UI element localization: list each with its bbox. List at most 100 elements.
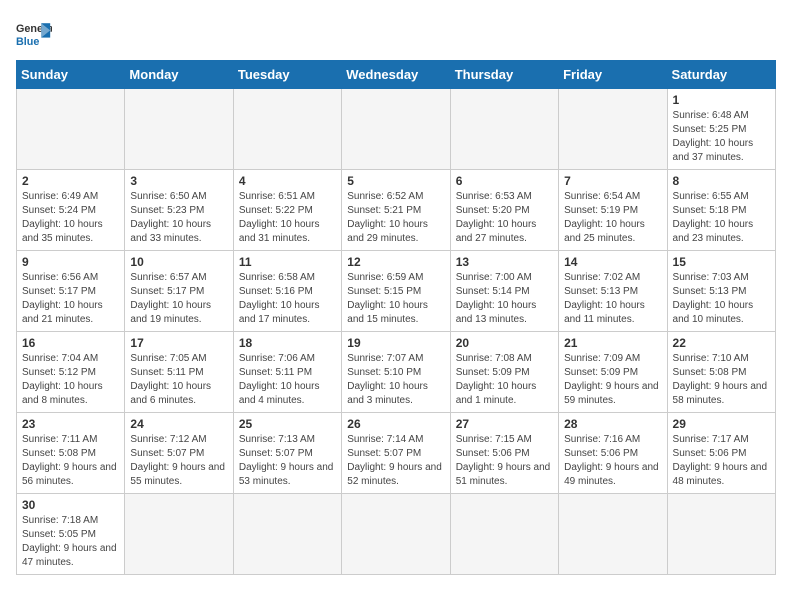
day-number: 15: [673, 255, 770, 269]
day-number: 5: [347, 174, 444, 188]
day-info: Sunrise: 6:51 AM Sunset: 5:22 PM Dayligh…: [239, 190, 336, 246]
calendar-cell: [450, 89, 558, 170]
day-info: Sunrise: 7:15 AM Sunset: 5:06 PM Dayligh…: [456, 433, 553, 489]
calendar-cell: 22 Sunrise: 7:10 AM Sunset: 5:08 PM Dayli…: [667, 332, 775, 413]
calendar-cell: [233, 89, 341, 170]
logo: General Blue: [16, 16, 52, 52]
day-info: Sunrise: 6:49 AM Sunset: 5:24 PM Dayligh…: [22, 190, 119, 246]
day-number: 22: [673, 336, 770, 350]
day-number: 13: [456, 255, 553, 269]
calendar-cell: [450, 494, 558, 575]
weekday-header-sunday: Sunday: [17, 61, 125, 89]
calendar-cell: 4 Sunrise: 6:51 AM Sunset: 5:22 PM Daylig…: [233, 170, 341, 251]
day-number: 14: [564, 255, 661, 269]
generalblue-logo-icon: General Blue: [16, 16, 52, 52]
day-info: Sunrise: 6:59 AM Sunset: 5:15 PM Dayligh…: [347, 271, 444, 327]
calendar-week-4: 23Sunrise: 7:11 AM Sunset: 5:08 PM Dayli…: [17, 413, 776, 494]
day-info: Sunrise: 6:56 AM Sunset: 5:17 PM Dayligh…: [22, 271, 119, 327]
weekday-header-monday: Monday: [125, 61, 233, 89]
calendar-cell: 7 Sunrise: 6:54 AM Sunset: 5:19 PM Daylig…: [559, 170, 667, 251]
weekday-header-friday: Friday: [559, 61, 667, 89]
day-info: Sunrise: 6:58 AM Sunset: 5:16 PM Dayligh…: [239, 271, 336, 327]
day-info: Sunrise: 6:54 AM Sunset: 5:19 PM Dayligh…: [564, 190, 661, 246]
day-info: Sunrise: 7:14 AM Sunset: 5:07 PM Dayligh…: [347, 433, 444, 489]
day-info: Sunrise: 7:08 AM Sunset: 5:09 PM Dayligh…: [456, 352, 553, 408]
calendar-week-1: 2 Sunrise: 6:49 AM Sunset: 5:24 PM Daylig…: [17, 170, 776, 251]
calendar-cell: [559, 89, 667, 170]
day-info: Sunrise: 7:17 AM Sunset: 5:06 PM Dayligh…: [673, 433, 770, 489]
calendar-cell: [125, 89, 233, 170]
day-info: Sunrise: 7:09 AM Sunset: 5:09 PM Dayligh…: [564, 352, 661, 408]
day-number: 26: [347, 417, 444, 431]
day-number: 19: [347, 336, 444, 350]
calendar-cell: 21Sunrise: 7:09 AM Sunset: 5:09 PM Dayli…: [559, 332, 667, 413]
calendar-cell: [559, 494, 667, 575]
day-number: 27: [456, 417, 553, 431]
calendar-week-3: 16 Sunrise: 7:04 AM Sunset: 5:12 PM Dayli…: [17, 332, 776, 413]
calendar-week-2: 9Sunrise: 6:56 AM Sunset: 5:17 PM Daylig…: [17, 251, 776, 332]
day-number: 4: [239, 174, 336, 188]
day-number: 10: [130, 255, 227, 269]
calendar-cell: 9Sunrise: 6:56 AM Sunset: 5:17 PM Daylig…: [17, 251, 125, 332]
calendar-cell: [17, 89, 125, 170]
calendar-week-5: 30 Sunrise: 7:18 AM Sunset: 5:05 PM Dayli…: [17, 494, 776, 575]
calendar-cell: 11Sunrise: 6:58 AM Sunset: 5:16 PM Dayli…: [233, 251, 341, 332]
day-number: 24: [130, 417, 227, 431]
calendar-table: SundayMondayTuesdayWednesdayThursdayFrid…: [16, 60, 776, 575]
day-number: 2: [22, 174, 119, 188]
day-number: 1: [673, 93, 770, 107]
day-number: 25: [239, 417, 336, 431]
day-number: 28: [564, 417, 661, 431]
day-number: 6: [456, 174, 553, 188]
weekday-header-tuesday: Tuesday: [233, 61, 341, 89]
calendar-cell: 15 Sunrise: 7:03 AM Sunset: 5:13 PM Dayli…: [667, 251, 775, 332]
day-info: Sunrise: 6:50 AM Sunset: 5:23 PM Dayligh…: [130, 190, 227, 246]
calendar-cell: 27 Sunrise: 7:15 AM Sunset: 5:06 PM Dayli…: [450, 413, 558, 494]
calendar-cell: 19 Sunrise: 7:07 AM Sunset: 5:10 PM Dayli…: [342, 332, 450, 413]
day-info: Sunrise: 7:12 AM Sunset: 5:07 PM Dayligh…: [130, 433, 227, 489]
day-info: Sunrise: 7:05 AM Sunset: 5:11 PM Dayligh…: [130, 352, 227, 408]
calendar-cell: 12 Sunrise: 6:59 AM Sunset: 5:15 PM Dayli…: [342, 251, 450, 332]
day-number: 23: [22, 417, 119, 431]
calendar-cell: 13 Sunrise: 7:00 AM Sunset: 5:14 PM Dayli…: [450, 251, 558, 332]
calendar-week-0: 1 Sunrise: 6:48 AM Sunset: 5:25 PM Daylig…: [17, 89, 776, 170]
weekday-header-thursday: Thursday: [450, 61, 558, 89]
day-info: Sunrise: 7:03 AM Sunset: 5:13 PM Dayligh…: [673, 271, 770, 327]
calendar-cell: [125, 494, 233, 575]
calendar-cell: 25 Sunrise: 7:13 AM Sunset: 5:07 PM Dayli…: [233, 413, 341, 494]
calendar-cell: 8 Sunrise: 6:55 AM Sunset: 5:18 PM Daylig…: [667, 170, 775, 251]
calendar-cell: 24 Sunrise: 7:12 AM Sunset: 5:07 PM Dayli…: [125, 413, 233, 494]
day-number: 8: [673, 174, 770, 188]
weekday-header-wednesday: Wednesday: [342, 61, 450, 89]
day-info: Sunrise: 6:55 AM Sunset: 5:18 PM Dayligh…: [673, 190, 770, 246]
calendar-cell: [667, 494, 775, 575]
calendar-cell: 29Sunrise: 7:17 AM Sunset: 5:06 PM Dayli…: [667, 413, 775, 494]
calendar-cell: 28 Sunrise: 7:16 AM Sunset: 5:06 PM Dayli…: [559, 413, 667, 494]
day-info: Sunrise: 7:13 AM Sunset: 5:07 PM Dayligh…: [239, 433, 336, 489]
day-info: Sunrise: 7:00 AM Sunset: 5:14 PM Dayligh…: [456, 271, 553, 327]
day-info: Sunrise: 6:57 AM Sunset: 5:17 PM Dayligh…: [130, 271, 227, 327]
calendar-cell: 10 Sunrise: 6:57 AM Sunset: 5:17 PM Dayli…: [125, 251, 233, 332]
calendar-cell: 16 Sunrise: 7:04 AM Sunset: 5:12 PM Dayli…: [17, 332, 125, 413]
day-info: Sunrise: 7:10 AM Sunset: 5:08 PM Dayligh…: [673, 352, 770, 408]
day-number: 12: [347, 255, 444, 269]
day-info: Sunrise: 7:06 AM Sunset: 5:11 PM Dayligh…: [239, 352, 336, 408]
calendar-cell: [342, 89, 450, 170]
calendar-cell: 23Sunrise: 7:11 AM Sunset: 5:08 PM Dayli…: [17, 413, 125, 494]
day-number: 7: [564, 174, 661, 188]
day-info: Sunrise: 7:07 AM Sunset: 5:10 PM Dayligh…: [347, 352, 444, 408]
day-info: Sunrise: 6:48 AM Sunset: 5:25 PM Dayligh…: [673, 109, 770, 165]
day-info: Sunrise: 7:18 AM Sunset: 5:05 PM Dayligh…: [22, 514, 119, 570]
calendar-cell: 17Sunrise: 7:05 AM Sunset: 5:11 PM Dayli…: [125, 332, 233, 413]
day-number: 16: [22, 336, 119, 350]
svg-text:Blue: Blue: [16, 36, 39, 48]
calendar-cell: [233, 494, 341, 575]
weekday-header-saturday: Saturday: [667, 61, 775, 89]
calendar-cell: 14Sunrise: 7:02 AM Sunset: 5:13 PM Dayli…: [559, 251, 667, 332]
day-number: 30: [22, 498, 119, 512]
calendar-cell: 6Sunrise: 6:53 AM Sunset: 5:20 PM Daylig…: [450, 170, 558, 251]
day-info: Sunrise: 7:04 AM Sunset: 5:12 PM Dayligh…: [22, 352, 119, 408]
day-info: Sunrise: 7:16 AM Sunset: 5:06 PM Dayligh…: [564, 433, 661, 489]
calendar-cell: 26 Sunrise: 7:14 AM Sunset: 5:07 PM Dayli…: [342, 413, 450, 494]
calendar-cell: 3Sunrise: 6:50 AM Sunset: 5:23 PM Daylig…: [125, 170, 233, 251]
